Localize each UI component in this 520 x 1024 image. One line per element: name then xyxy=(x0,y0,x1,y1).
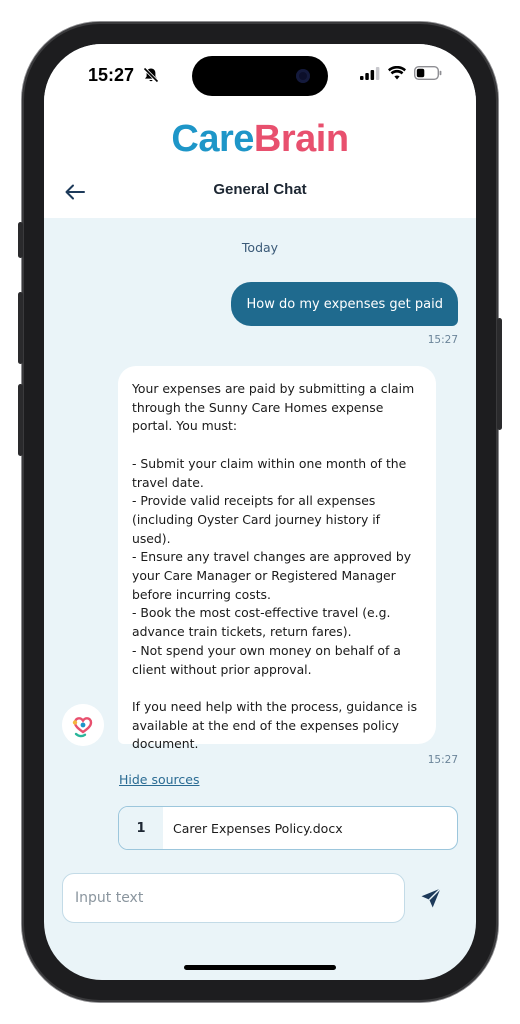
home-indicator xyxy=(184,965,336,970)
user-message-bubble: How do my expenses get paid xyxy=(231,282,458,326)
silent-bell-icon xyxy=(143,67,159,83)
source-filename: Carer Expenses Policy.docx xyxy=(173,820,343,836)
date-separator: Today xyxy=(241,240,279,255)
message-input[interactable] xyxy=(62,873,405,923)
status-time: 15:27 xyxy=(88,65,135,85)
camera-icon xyxy=(296,69,310,83)
source-item[interactable]: 1 Carer Expenses Policy.docx xyxy=(118,806,458,850)
bot-message-timestamp: 15:27 xyxy=(427,754,458,766)
user-message-text: How do my expenses get paid xyxy=(246,296,443,312)
page-title: General Chat xyxy=(213,181,307,198)
logo-text-brain: Brain xyxy=(253,118,349,160)
power-button xyxy=(497,318,502,430)
source-index: 1 xyxy=(119,807,163,849)
dynamic-island xyxy=(192,56,328,96)
logo-text-care: Care xyxy=(171,118,254,160)
cellular-signal-icon xyxy=(360,66,380,80)
carebrain-logo: CareBrain xyxy=(44,118,476,161)
hide-sources-link[interactable]: Hide sources xyxy=(119,772,200,787)
wifi-icon xyxy=(388,66,406,80)
send-icon[interactable] xyxy=(419,886,443,910)
action-button xyxy=(18,222,23,258)
status-icons xyxy=(360,66,442,80)
battery-icon xyxy=(414,66,442,80)
bot-avatar-icon xyxy=(62,704,104,746)
volume-down-button xyxy=(18,384,23,456)
volume-up-button xyxy=(18,292,23,364)
app-screen: 15:27 CareBrain General Chat Today How d… xyxy=(44,44,476,980)
bot-message-bubble: Your expenses are paid by submitting a c… xyxy=(118,366,436,751)
user-message-timestamp: 15:27 xyxy=(427,334,458,346)
